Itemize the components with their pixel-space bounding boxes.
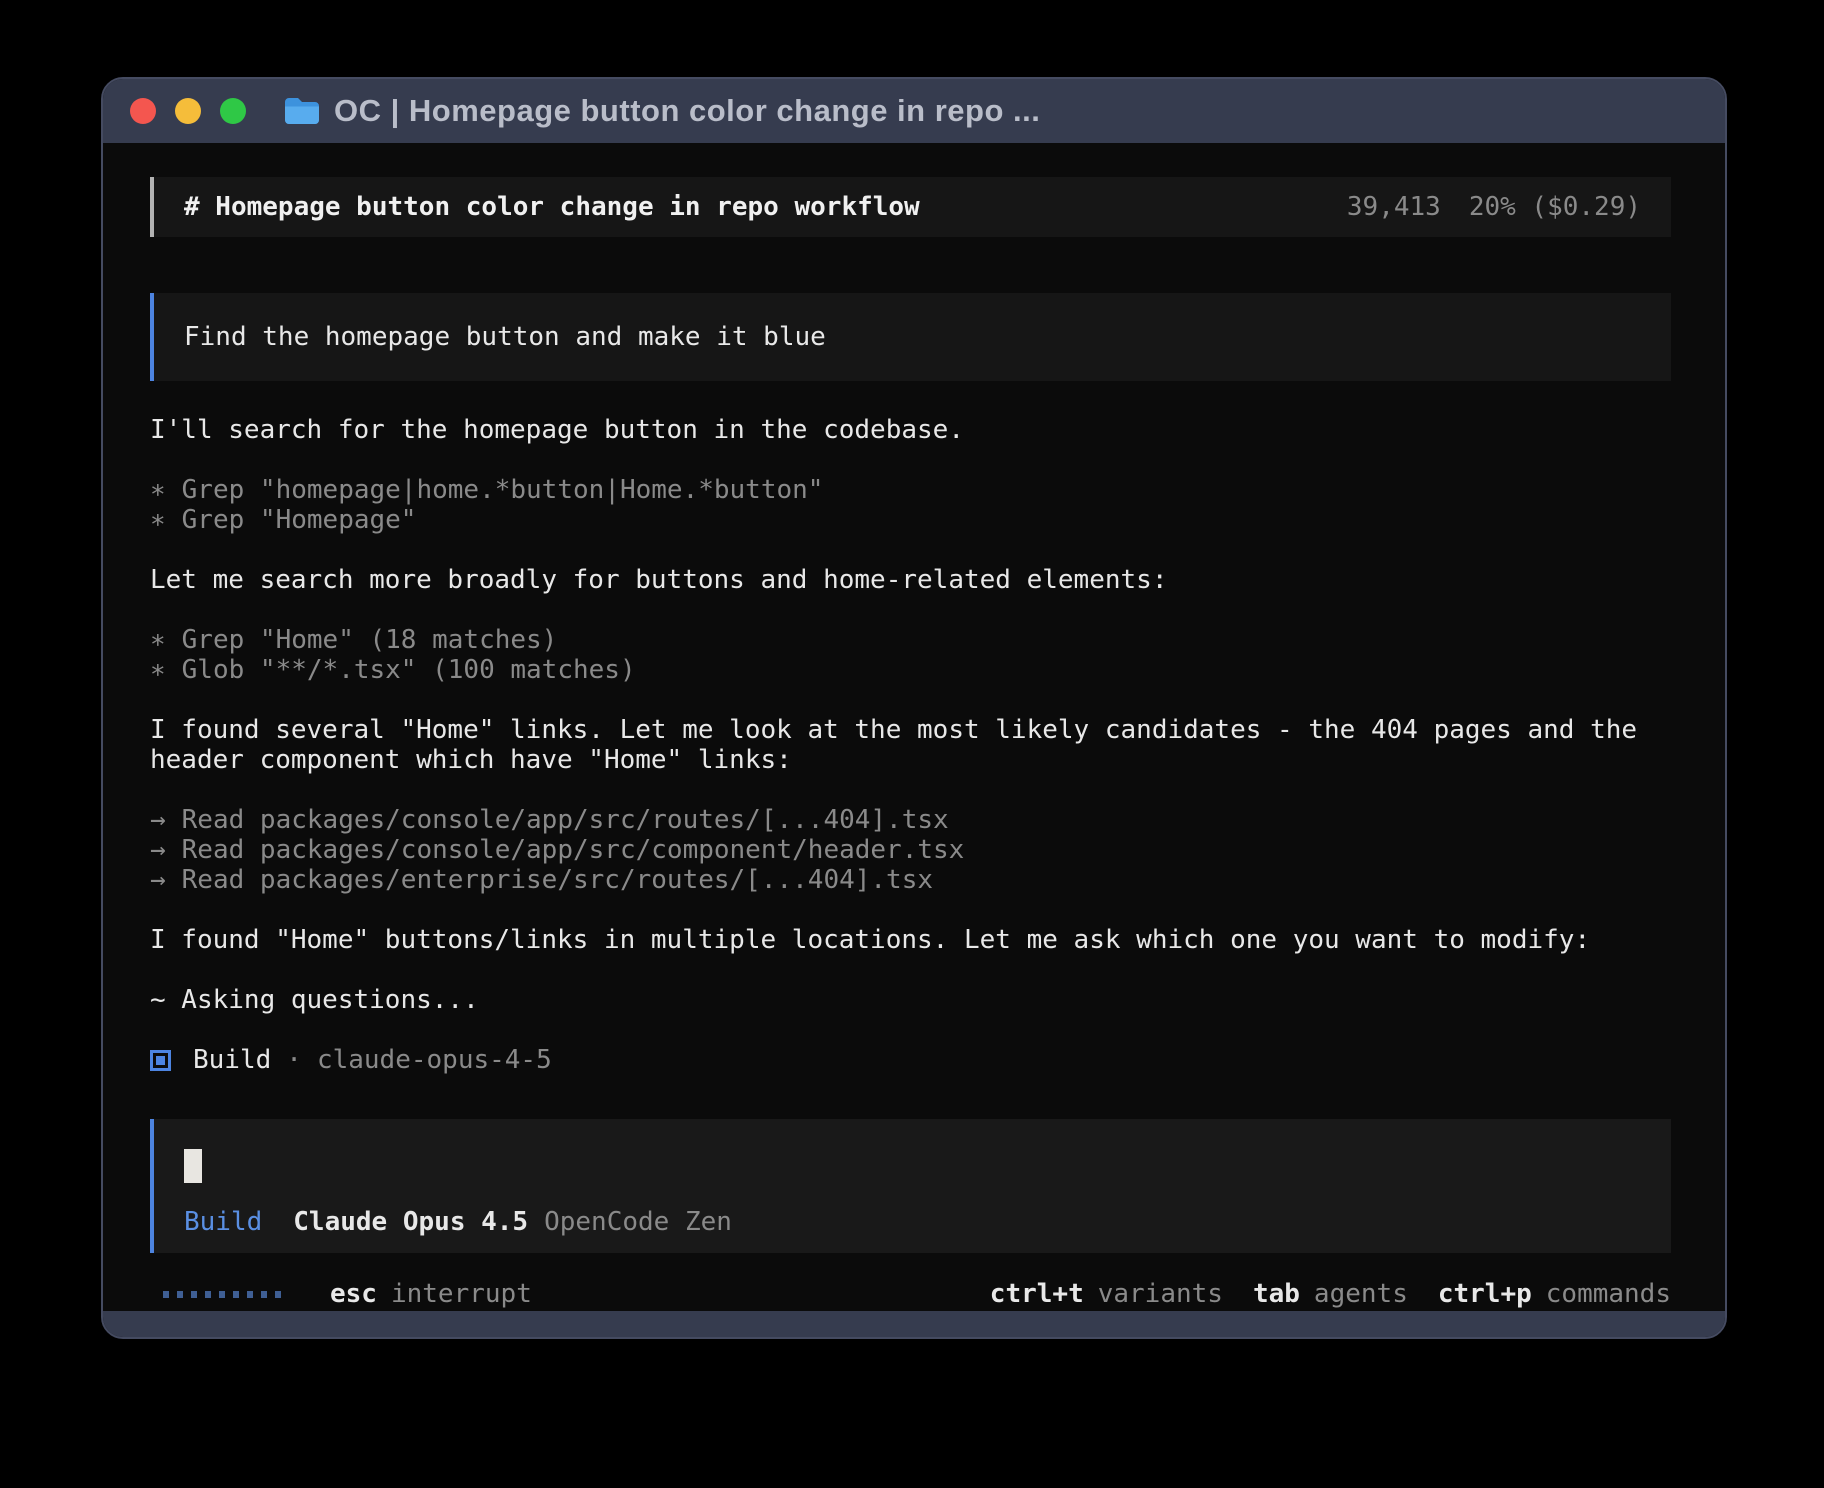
tool-call-row: ∗Grep "homepage|home.*button|Home.*butto…: [150, 475, 1671, 505]
agent-task-row: Build · claude-opus-4-5: [150, 1045, 1671, 1075]
session-header: # Homepage button color change in repo w…: [150, 177, 1671, 237]
zoom-button[interactable]: [220, 98, 246, 124]
tool-call-group: ∗Grep "homepage|home.*button|Home.*butto…: [150, 475, 1671, 535]
minimize-button[interactable]: [175, 98, 201, 124]
keyboard-hints: ctrl+tvariants tabagents ctrl+pcommands: [960, 1279, 1671, 1309]
hint-agents: tabagents: [1253, 1279, 1408, 1309]
tool-call-row: ∗Grep "Home" (18 matches): [150, 625, 1671, 655]
agent-name[interactable]: Build: [184, 1207, 262, 1237]
assistant-paragraph: I'll search for the homepage button in t…: [150, 415, 1671, 445]
message-input[interactable]: Build Claude Opus 4.5 OpenCode Zen: [150, 1119, 1671, 1253]
read-arrow-icon: →: [150, 835, 166, 865]
context-usage: 20% ($0.29): [1469, 192, 1641, 222]
app-window: OC | Homepage button color change in rep…: [101, 77, 1727, 1339]
model-name: Claude Opus 4.5: [293, 1207, 528, 1237]
assistant-paragraph: I found "Home" buttons/links in multiple…: [150, 925, 1671, 955]
user-message: Find the homepage button and make it blu…: [150, 293, 1671, 381]
hint-commands: ctrl+pcommands: [1438, 1279, 1671, 1309]
read-arrow-icon: →: [150, 865, 166, 895]
tool-bullet-icon: ∗: [150, 655, 166, 685]
tool-bullet-icon: ∗: [150, 505, 166, 535]
input-cursor: [184, 1149, 202, 1183]
read-call-row: →Read packages/console/app/src/routes/[.…: [150, 805, 1671, 835]
assistant-response: I'll search for the homepage button in t…: [150, 415, 1671, 1075]
tool-call-row: ∗Grep "Homepage": [150, 505, 1671, 535]
folder-icon: [283, 96, 319, 126]
window-title: OC | Homepage button color change in rep…: [334, 93, 1040, 129]
assistant-paragraph: Let me search more broadly for buttons a…: [150, 565, 1671, 595]
session-stats: 39,413 20% ($0.29): [1347, 192, 1641, 222]
token-count: 39,413: [1347, 192, 1441, 222]
user-message-text: Find the homepage button and make it blu…: [184, 322, 826, 352]
interrupt-hint: esc interrupt: [163, 1279, 532, 1309]
task-agent-label: Build: [193, 1045, 271, 1075]
window-bottom-bar: [103, 1311, 1725, 1337]
read-arrow-icon: →: [150, 805, 166, 835]
tool-bullet-icon: ∗: [150, 625, 166, 655]
assistant-paragraph: I found several "Home" links. Let me loo…: [150, 715, 1671, 775]
tool-call-group: ∗Grep "Home" (18 matches) ∗Glob "**/*.ts…: [150, 625, 1671, 685]
session-title: # Homepage button color change in repo w…: [184, 192, 920, 222]
hint-variants: ctrl+tvariants: [990, 1279, 1223, 1309]
status-bar: esc interrupt ctrl+tvariants tabagents c…: [150, 1279, 1671, 1309]
tool-call-row: ∗Glob "**/*.tsx" (100 matches): [150, 655, 1671, 685]
title-bar: OC | Homepage button color change in rep…: [103, 79, 1725, 143]
task-separator: ·: [286, 1045, 302, 1075]
read-call-row: →Read packages/enterprise/src/routes/[..…: [150, 865, 1671, 895]
read-call-group: →Read packages/console/app/src/routes/[.…: [150, 805, 1671, 895]
read-call-row: →Read packages/console/app/src/component…: [150, 835, 1671, 865]
task-status-icon: [150, 1050, 171, 1071]
esc-label: interrupt: [391, 1279, 532, 1309]
tool-bullet-icon: ∗: [150, 475, 166, 505]
status-line: ~ Asking questions...: [150, 985, 1671, 1015]
input-status-row: Build Claude Opus 4.5 OpenCode Zen: [184, 1207, 1641, 1237]
close-button[interactable]: [130, 98, 156, 124]
provider-name: OpenCode Zen: [544, 1207, 732, 1237]
esc-key: esc: [330, 1279, 377, 1309]
spinner-dots: [163, 1291, 289, 1298]
task-model-name: claude-opus-4-5: [317, 1045, 552, 1075]
terminal-content: # Homepage button color change in repo w…: [103, 143, 1725, 1311]
